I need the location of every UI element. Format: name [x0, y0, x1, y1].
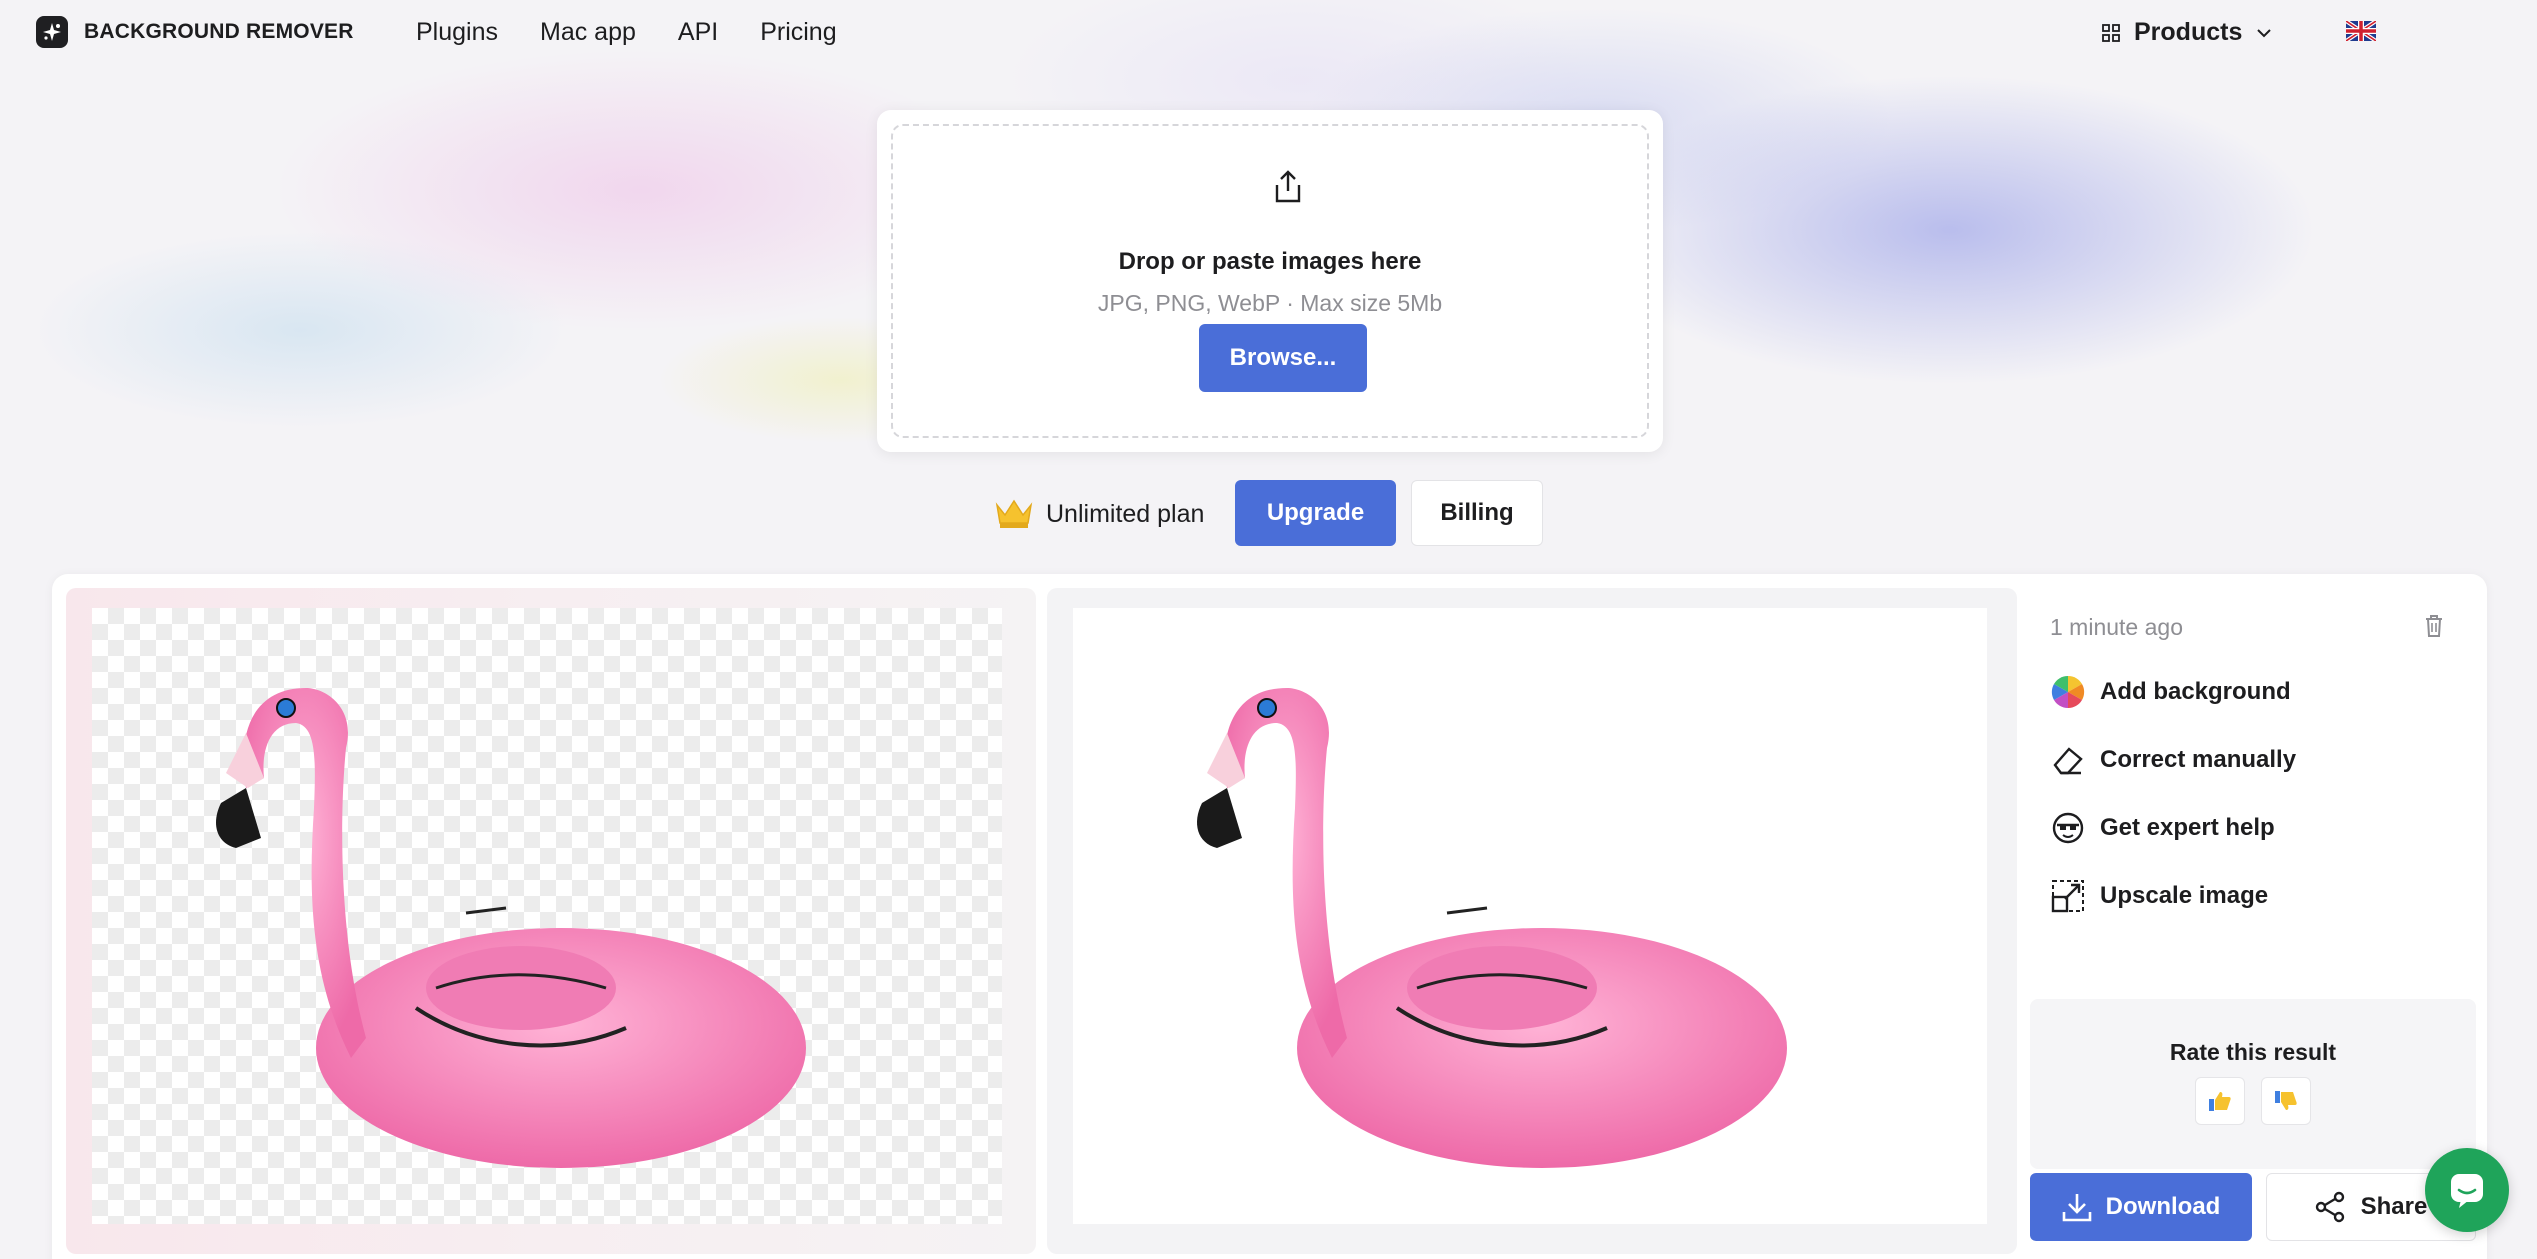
flamingo-image — [216, 688, 806, 1168]
download-icon — [2062, 1194, 2091, 1222]
nav-api[interactable]: API — [678, 18, 718, 47]
billing-button[interactable]: Billing — [1411, 480, 1543, 546]
chat-icon — [2451, 1174, 2483, 1208]
download-button[interactable]: Download — [2030, 1173, 2252, 1241]
rating-panel: Rate this result — [2030, 999, 2476, 1169]
upscale-icon — [2050, 878, 2086, 914]
upgrade-button[interactable]: Upgrade — [1235, 480, 1396, 546]
get-expert-help-action[interactable]: Get expert help — [2050, 810, 2275, 846]
trash-icon[interactable] — [2424, 614, 2444, 638]
result-image-panel[interactable] — [1047, 588, 2017, 1254]
upscale-image-action[interactable]: Upscale image — [2050, 878, 2268, 914]
nav-pricing[interactable]: Pricing — [760, 18, 836, 47]
share-label: Share — [2360, 1193, 2428, 1220]
thumbs-up-icon — [2209, 1092, 2231, 1111]
plan-row: Unlimited plan Upgrade Billing — [0, 480, 2537, 546]
rate-title: Rate this result — [2169, 1039, 2337, 1065]
uk-flag-icon[interactable] — [2346, 21, 2376, 41]
result-card: 1 minute ago Add background Correct manu… — [52, 574, 2487, 1259]
nav-plugins[interactable]: Plugins — [416, 18, 498, 47]
thumbs-down-icon — [2275, 1091, 2297, 1110]
crown-icon — [995, 499, 1033, 528]
download-label: Download — [2105, 1193, 2221, 1220]
get-expert-help-label: Get expert help — [2100, 814, 2275, 841]
thumbs-down-button[interactable] — [2261, 1077, 2311, 1125]
upload-card[interactable]: Drop or paste images here JPG, PNG, WebP… — [877, 110, 1663, 452]
chat-widget-button[interactable] — [2425, 1148, 2509, 1232]
expert-icon — [2050, 810, 2086, 846]
logo[interactable]: BACKGROUND REMOVER — [36, 16, 354, 48]
timestamp: 1 minute ago — [2050, 614, 2183, 640]
brand-name: BACKGROUND REMOVER — [84, 20, 354, 43]
original-image-panel[interactable] — [66, 588, 1036, 1254]
products-label: Products — [2134, 18, 2243, 46]
share-icon — [2315, 1191, 2344, 1223]
nav-mac-app[interactable]: Mac app — [540, 18, 636, 47]
products-menu[interactable]: Products — [2102, 18, 2272, 47]
result-sidebar: 1 minute ago Add background Correct manu… — [2030, 574, 2487, 1259]
drop-title: Drop or paste images here — [1118, 248, 1422, 275]
thumbs-up-button[interactable] — [2195, 1077, 2245, 1125]
drop-subtitle: JPG, PNG, WebP · Max size 5Mb — [1097, 290, 1443, 316]
drop-zone[interactable]: Drop or paste images here JPG, PNG, WebP… — [891, 124, 1649, 438]
upscale-image-label: Upscale image — [2100, 882, 2269, 909]
correct-manually-label: Correct manually — [2100, 746, 2297, 773]
logo-icon — [36, 16, 68, 48]
flamingo-result-image — [1197, 688, 1787, 1168]
main-nav: Plugins Mac app API Pricing — [416, 18, 837, 47]
top-navigation: BACKGROUND REMOVER Plugins Mac app API P… — [0, 0, 2537, 66]
eraser-icon — [2050, 742, 2086, 778]
add-background-label: Add background — [2100, 678, 2291, 705]
plan-label: Unlimited plan — [1046, 500, 1205, 528]
browse-button[interactable]: Browse... — [1199, 324, 1367, 392]
color-wheel-icon — [2050, 674, 2086, 710]
correct-manually-action[interactable]: Correct manually — [2050, 742, 2296, 778]
add-background-action[interactable]: Add background — [2050, 674, 2291, 710]
grid-icon — [2102, 23, 2120, 42]
upload-icon — [1275, 170, 1301, 203]
chevron-down-icon — [2257, 28, 2272, 37]
